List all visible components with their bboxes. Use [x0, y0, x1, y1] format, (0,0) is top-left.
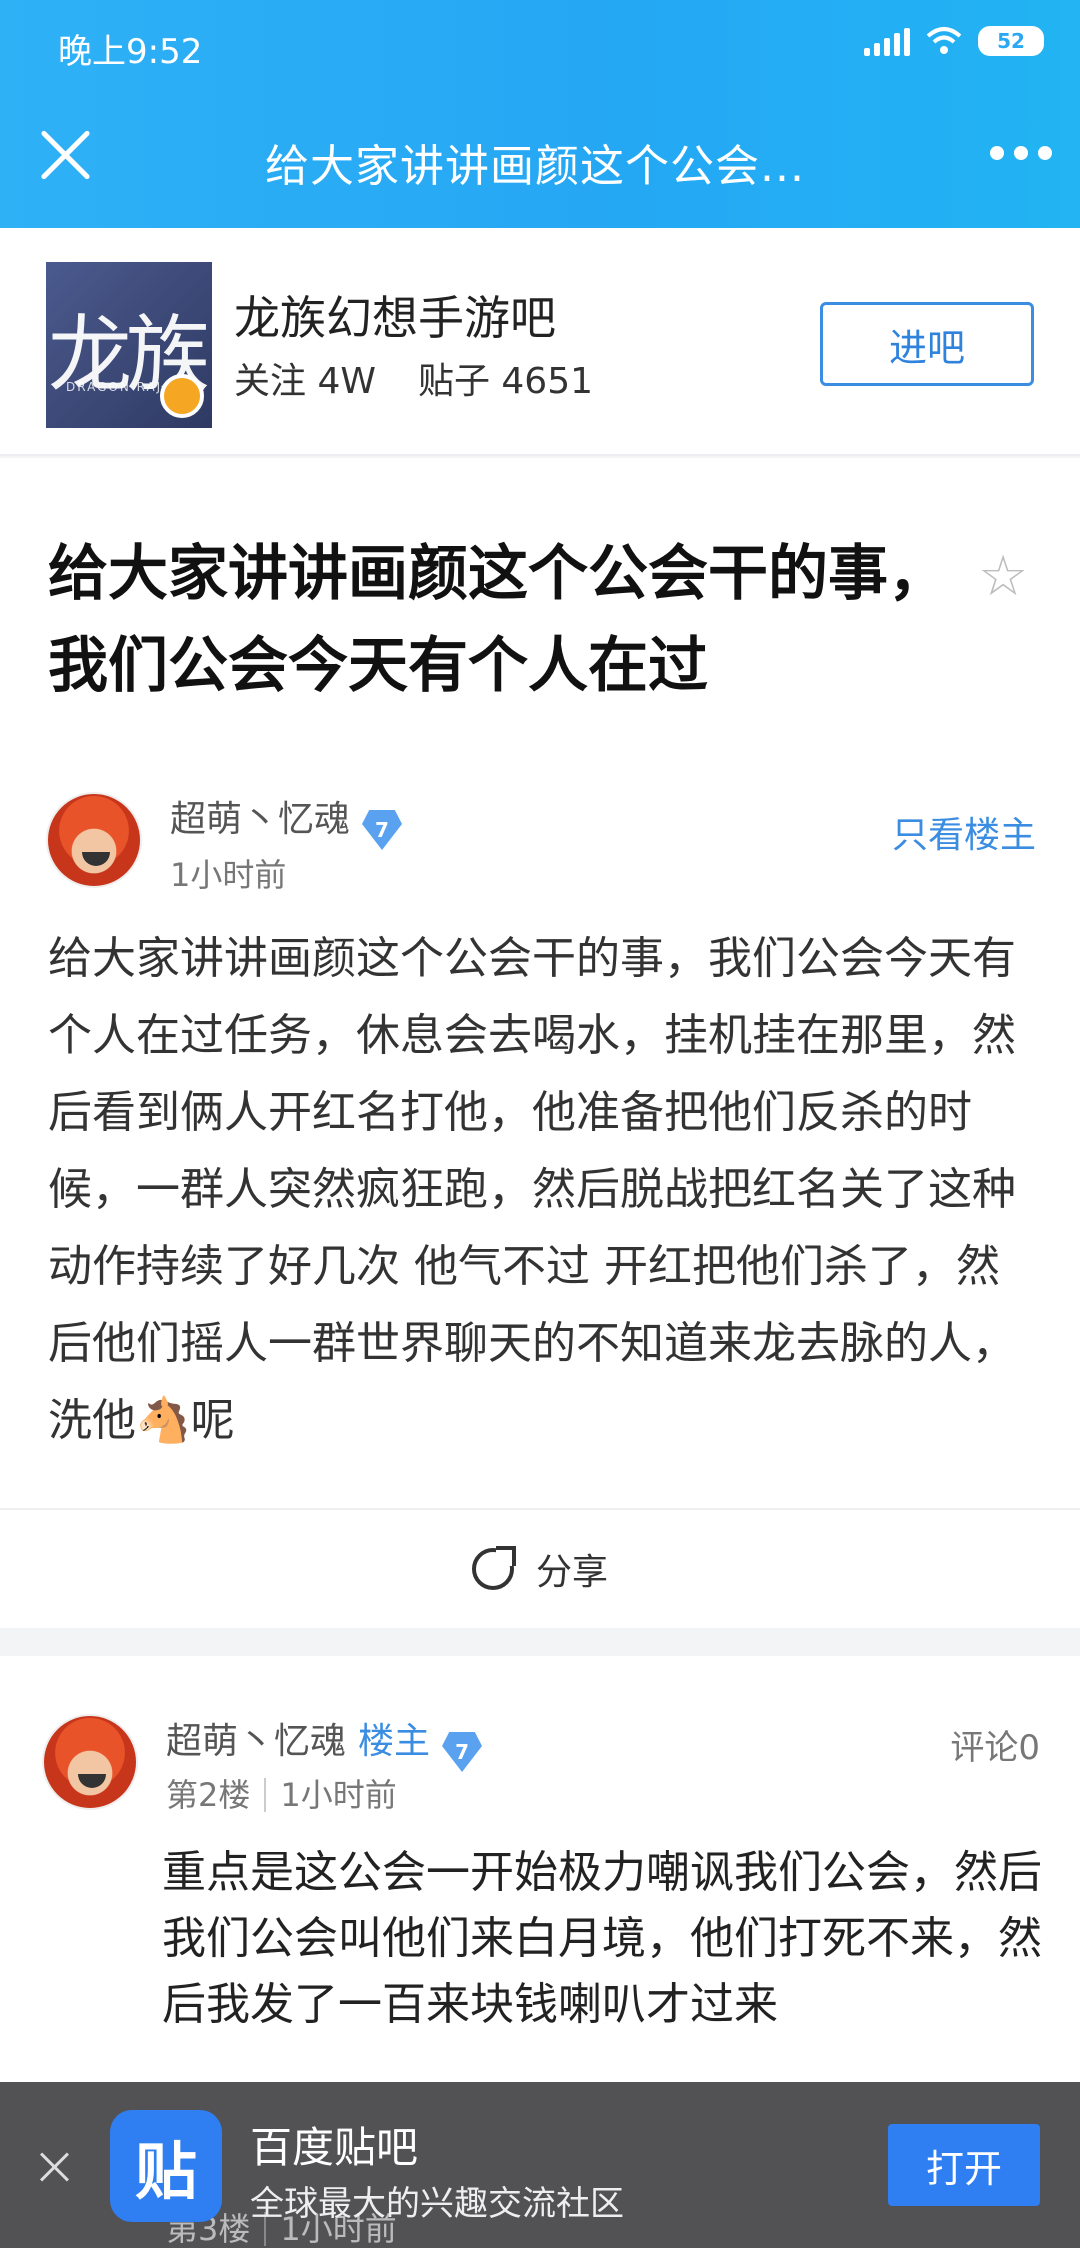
top-header: 晚上9:52 52 给大家讲讲画颜这个公会... [0, 0, 1080, 228]
status-time: 晚上9:52 [58, 32, 203, 72]
more-options-button[interactable] [990, 146, 1052, 160]
level-badge: 7 [442, 1732, 483, 1772]
game-badge-icon [160, 374, 204, 418]
share-button[interactable]: 分享 [0, 1508, 1080, 1628]
reply-body: 重点是这公会一开始极力嘲讽我们公会，然后我们公会叫他们来白月境，他们打死不来，然… [162, 1847, 1042, 2030]
star-icon[interactable]: ☆ [978, 544, 1028, 609]
tieba-logo-icon: 贴 [110, 2110, 222, 2222]
status-icons: 52 [864, 26, 1044, 56]
avatar[interactable] [42, 1714, 138, 1810]
reply-time: 1小时前 [280, 1776, 397, 1814]
open-app-button[interactable]: 打开 [888, 2124, 1040, 2206]
floor-number: 第2楼 [166, 1776, 251, 1814]
floor-info: 第2楼 1小时前 [166, 1770, 397, 1816]
post-author[interactable]: 超萌丶忆魂 7 [170, 790, 403, 850]
only-owner-button[interactable]: 只看楼主 [892, 806, 1036, 858]
page-title: 给大家讲讲画颜这个公会... [265, 141, 805, 192]
close-button[interactable] [36, 126, 94, 184]
banner-app-desc: 全球最大的兴趣交流社区 [250, 2184, 624, 2224]
forum-followers: 关注 4W [234, 361, 376, 402]
avatar[interactable] [46, 792, 142, 888]
battery-icon: 52 [978, 26, 1044, 56]
banner-app-name: 百度贴吧 [250, 2123, 419, 2172]
share-icon [471, 1546, 516, 1590]
wifi-icon [926, 27, 962, 54]
post-time: 1小时前 [170, 856, 287, 894]
forum-card[interactable]: 龙族 DRAGON RAJA 龙族幻想手游吧 关注 4W 贴子 4651 进吧 [0, 228, 1080, 456]
reply-author[interactable]: 超萌丶忆魂 楼主 7 [166, 1712, 483, 1772]
main-post: 给大家讲讲画颜这个公会干的事，我们公会今天有个人在过 ☆ 超萌丶忆魂 7 1小时前… [0, 458, 1080, 1628]
owner-tag: 楼主 [358, 1721, 431, 1762]
signal-icon [864, 26, 910, 56]
forum-stats: 关注 4W 贴子 4651 [234, 352, 593, 404]
forum-logo: 龙族 DRAGON RAJA [46, 262, 212, 428]
post-body: 给大家讲讲画颜这个公会干的事，我们公会今天有个人在过任务，休息会去喝水，挂机挂在… [48, 933, 1016, 1446]
forum-posts: 贴子 4651 [417, 361, 594, 402]
forum-name: 龙族幻想手游吧 [234, 291, 556, 345]
app-download-banner[interactable]: 第3楼 1小时前 贴 百度贴吧 全球最大的兴趣交流社区 打开 [0, 2082, 1080, 2248]
banner-close-button[interactable] [40, 2152, 70, 2182]
level-badge: 7 [362, 810, 403, 850]
comment-count[interactable]: 评论0 [950, 1720, 1040, 1769]
share-label: 分享 [535, 1552, 608, 1593]
enter-forum-button[interactable]: 进吧 [820, 302, 1034, 386]
post-title: 给大家讲讲画颜这个公会干的事，我们公会今天有个人在过 [48, 539, 948, 701]
